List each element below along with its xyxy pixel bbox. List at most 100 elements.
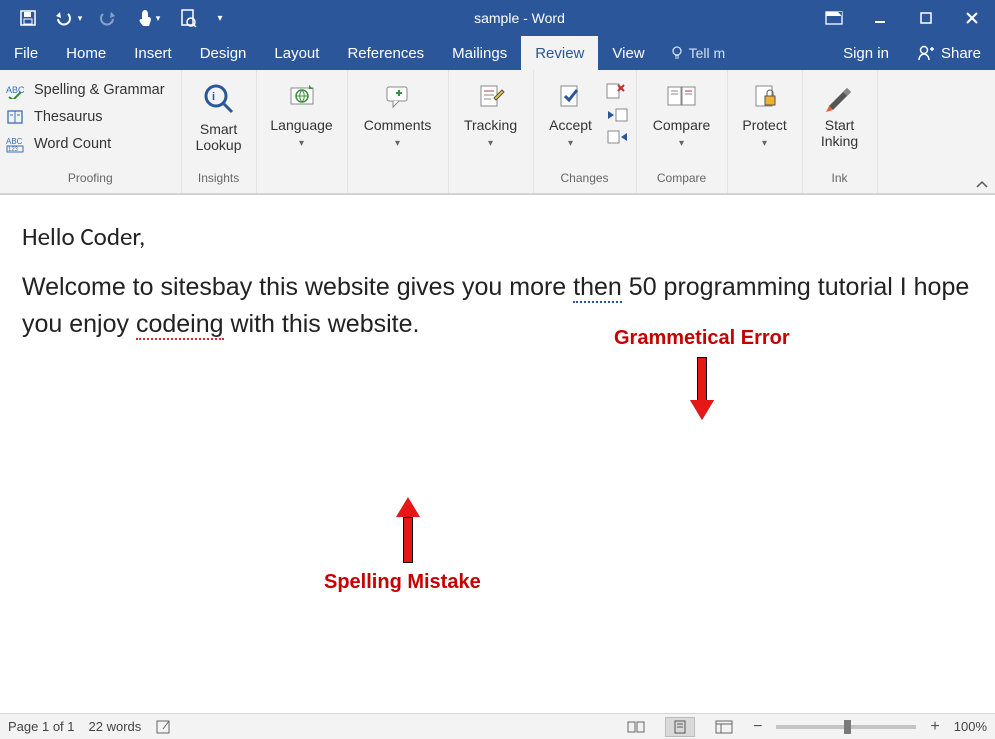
ribbon-options-button[interactable] <box>811 0 857 36</box>
read-mode-button[interactable] <box>621 717 651 737</box>
window-controls <box>811 0 995 36</box>
tracking-icon <box>476 82 506 112</box>
share-icon <box>917 44 935 62</box>
annotation-grammar-label: Grammetical Error <box>614 327 790 350</box>
chevron-up-icon <box>975 179 989 189</box>
tracking-button[interactable]: Tracking▾ <box>455 76 527 150</box>
group-label-insights: Insights <box>182 171 256 193</box>
ribbon: ABC Spelling & Grammar Thesaurus ABC123 … <box>0 70 995 194</box>
doc-paragraph[interactable]: Welcome to sitesbay this website gives y… <box>22 269 985 342</box>
zoom-out-button[interactable]: − <box>753 718 762 736</box>
tab-design[interactable]: Design <box>186 36 261 70</box>
smart-lookup-button[interactable]: i Smart Lookup <box>188 76 250 153</box>
group-label-changes: Changes <box>534 171 636 193</box>
next-change-button[interactable] <box>606 130 630 144</box>
ribbon-group-proofing: ABC Spelling & Grammar Thesaurus ABC123 … <box>0 70 182 193</box>
zoom-slider[interactable] <box>776 725 916 729</box>
thesaurus-button[interactable]: Thesaurus <box>6 105 175 129</box>
ribbon-group-protect: Protect▾ <box>728 70 803 193</box>
status-bar: Page 1 of 1 22 words − + 100% <box>0 713 995 739</box>
protect-button[interactable]: Protect▾ <box>734 76 796 150</box>
sign-in-button[interactable]: Sign in <box>829 36 903 70</box>
undo-button[interactable]: ▾ <box>50 0 86 36</box>
grammar-error-word[interactable]: then <box>573 273 622 303</box>
thesaurus-icon <box>6 108 28 126</box>
close-button[interactable] <box>949 0 995 36</box>
ribbon-group-comments: Comments▾ <box>348 70 449 193</box>
svg-text:ABC: ABC <box>6 137 23 146</box>
group-label-ink: Ink <box>803 171 877 193</box>
word-count-icon: ABC123 <box>6 135 28 153</box>
ribbon-group-language: Language▾ <box>257 70 348 193</box>
titlebar: ▾ ▾ ▾ sample - Word <box>0 0 995 36</box>
ribbon-group-tracking: Tracking▾ <box>449 70 534 193</box>
tab-insert[interactable]: Insert <box>120 36 186 70</box>
tab-file[interactable]: File <box>0 36 52 70</box>
tell-me-search[interactable]: Tell m <box>659 36 736 70</box>
language-button[interactable]: Language▾ <box>263 76 341 150</box>
tab-home[interactable]: Home <box>52 36 120 70</box>
annotation-spelling-label: Spelling Mistake <box>324 571 481 594</box>
share-label: Share <box>941 45 981 62</box>
collapse-ribbon-button[interactable] <box>969 70 995 193</box>
svg-text:123: 123 <box>8 147 19 153</box>
comments-button[interactable]: Comments▾ <box>354 76 442 150</box>
group-label-compare: Compare <box>637 171 727 193</box>
reject-button[interactable] <box>606 82 630 100</box>
accept-button[interactable]: Accept▾ <box>540 76 602 150</box>
reject-icon <box>606 82 630 100</box>
next-icon <box>606 130 630 144</box>
compare-button[interactable]: Compare▾ <box>643 76 721 150</box>
zoom-in-button[interactable]: + <box>930 718 939 736</box>
lightbulb-icon <box>669 45 685 61</box>
minimize-button[interactable] <box>857 0 903 36</box>
quick-access-toolbar: ▾ ▾ ▾ <box>0 0 228 36</box>
svg-text:ABC: ABC <box>6 85 25 95</box>
ribbon-group-insights: i Smart Lookup Insights <box>182 70 257 193</box>
annotation-arrow-up <box>396 497 420 563</box>
status-page[interactable]: Page 1 of 1 <box>8 719 75 734</box>
svg-text:i: i <box>212 91 215 103</box>
print-preview-button[interactable] <box>170 0 206 36</box>
word-count-button[interactable]: ABC123 Word Count <box>6 132 175 156</box>
web-layout-button[interactable] <box>709 717 739 737</box>
doc-greeting[interactable]: Hello Coder, <box>22 219 985 255</box>
smart-lookup-icon: i <box>202 82 236 116</box>
annotation-arrow-down <box>690 357 714 420</box>
start-inking-button[interactable]: Start Inking <box>809 76 871 149</box>
accept-icon <box>556 82 586 112</box>
ribbon-group-changes: Accept▾ Changes <box>534 70 637 193</box>
tab-references[interactable]: References <box>333 36 438 70</box>
qat-customize-button[interactable]: ▾ <box>210 0 228 36</box>
zoom-level[interactable]: 100% <box>954 719 987 734</box>
status-proofing-icon[interactable] <box>155 719 173 735</box>
tab-mailings[interactable]: Mailings <box>438 36 521 70</box>
ink-icon <box>823 82 857 112</box>
print-layout-button[interactable] <box>665 717 695 737</box>
tab-layout[interactable]: Layout <box>260 36 333 70</box>
spelling-error-word[interactable]: codeing <box>136 310 224 340</box>
document-area[interactable]: Hello Coder, Welcome to sitesbay this we… <box>0 194 995 713</box>
group-label-proofing: Proofing <box>0 171 181 193</box>
document-page: Hello Coder, Welcome to sitesbay this we… <box>22 219 985 713</box>
spelling-grammar-button[interactable]: ABC Spelling & Grammar <box>6 78 175 102</box>
language-icon <box>287 82 317 112</box>
compare-icon <box>665 82 699 112</box>
ribbon-tabs: File Home Insert Design Layout Reference… <box>0 36 995 70</box>
tell-me-label: Tell m <box>689 45 726 61</box>
tab-view[interactable]: View <box>598 36 658 70</box>
protect-icon <box>750 82 780 112</box>
spelling-icon: ABC <box>6 81 28 99</box>
window-title: sample - Word <box>228 10 811 26</box>
redo-button[interactable] <box>90 0 126 36</box>
ribbon-group-ink: Start Inking Ink <box>803 70 878 193</box>
maximize-button[interactable] <box>903 0 949 36</box>
previous-change-button[interactable] <box>606 108 630 122</box>
status-word-count[interactable]: 22 words <box>89 719 142 734</box>
share-button[interactable]: Share <box>903 36 995 70</box>
save-button[interactable] <box>10 0 46 36</box>
prev-icon <box>606 108 630 122</box>
touch-mode-button[interactable]: ▾ <box>130 0 166 36</box>
tab-review[interactable]: Review <box>521 36 598 70</box>
ribbon-group-compare: Compare▾ Compare <box>637 70 728 193</box>
